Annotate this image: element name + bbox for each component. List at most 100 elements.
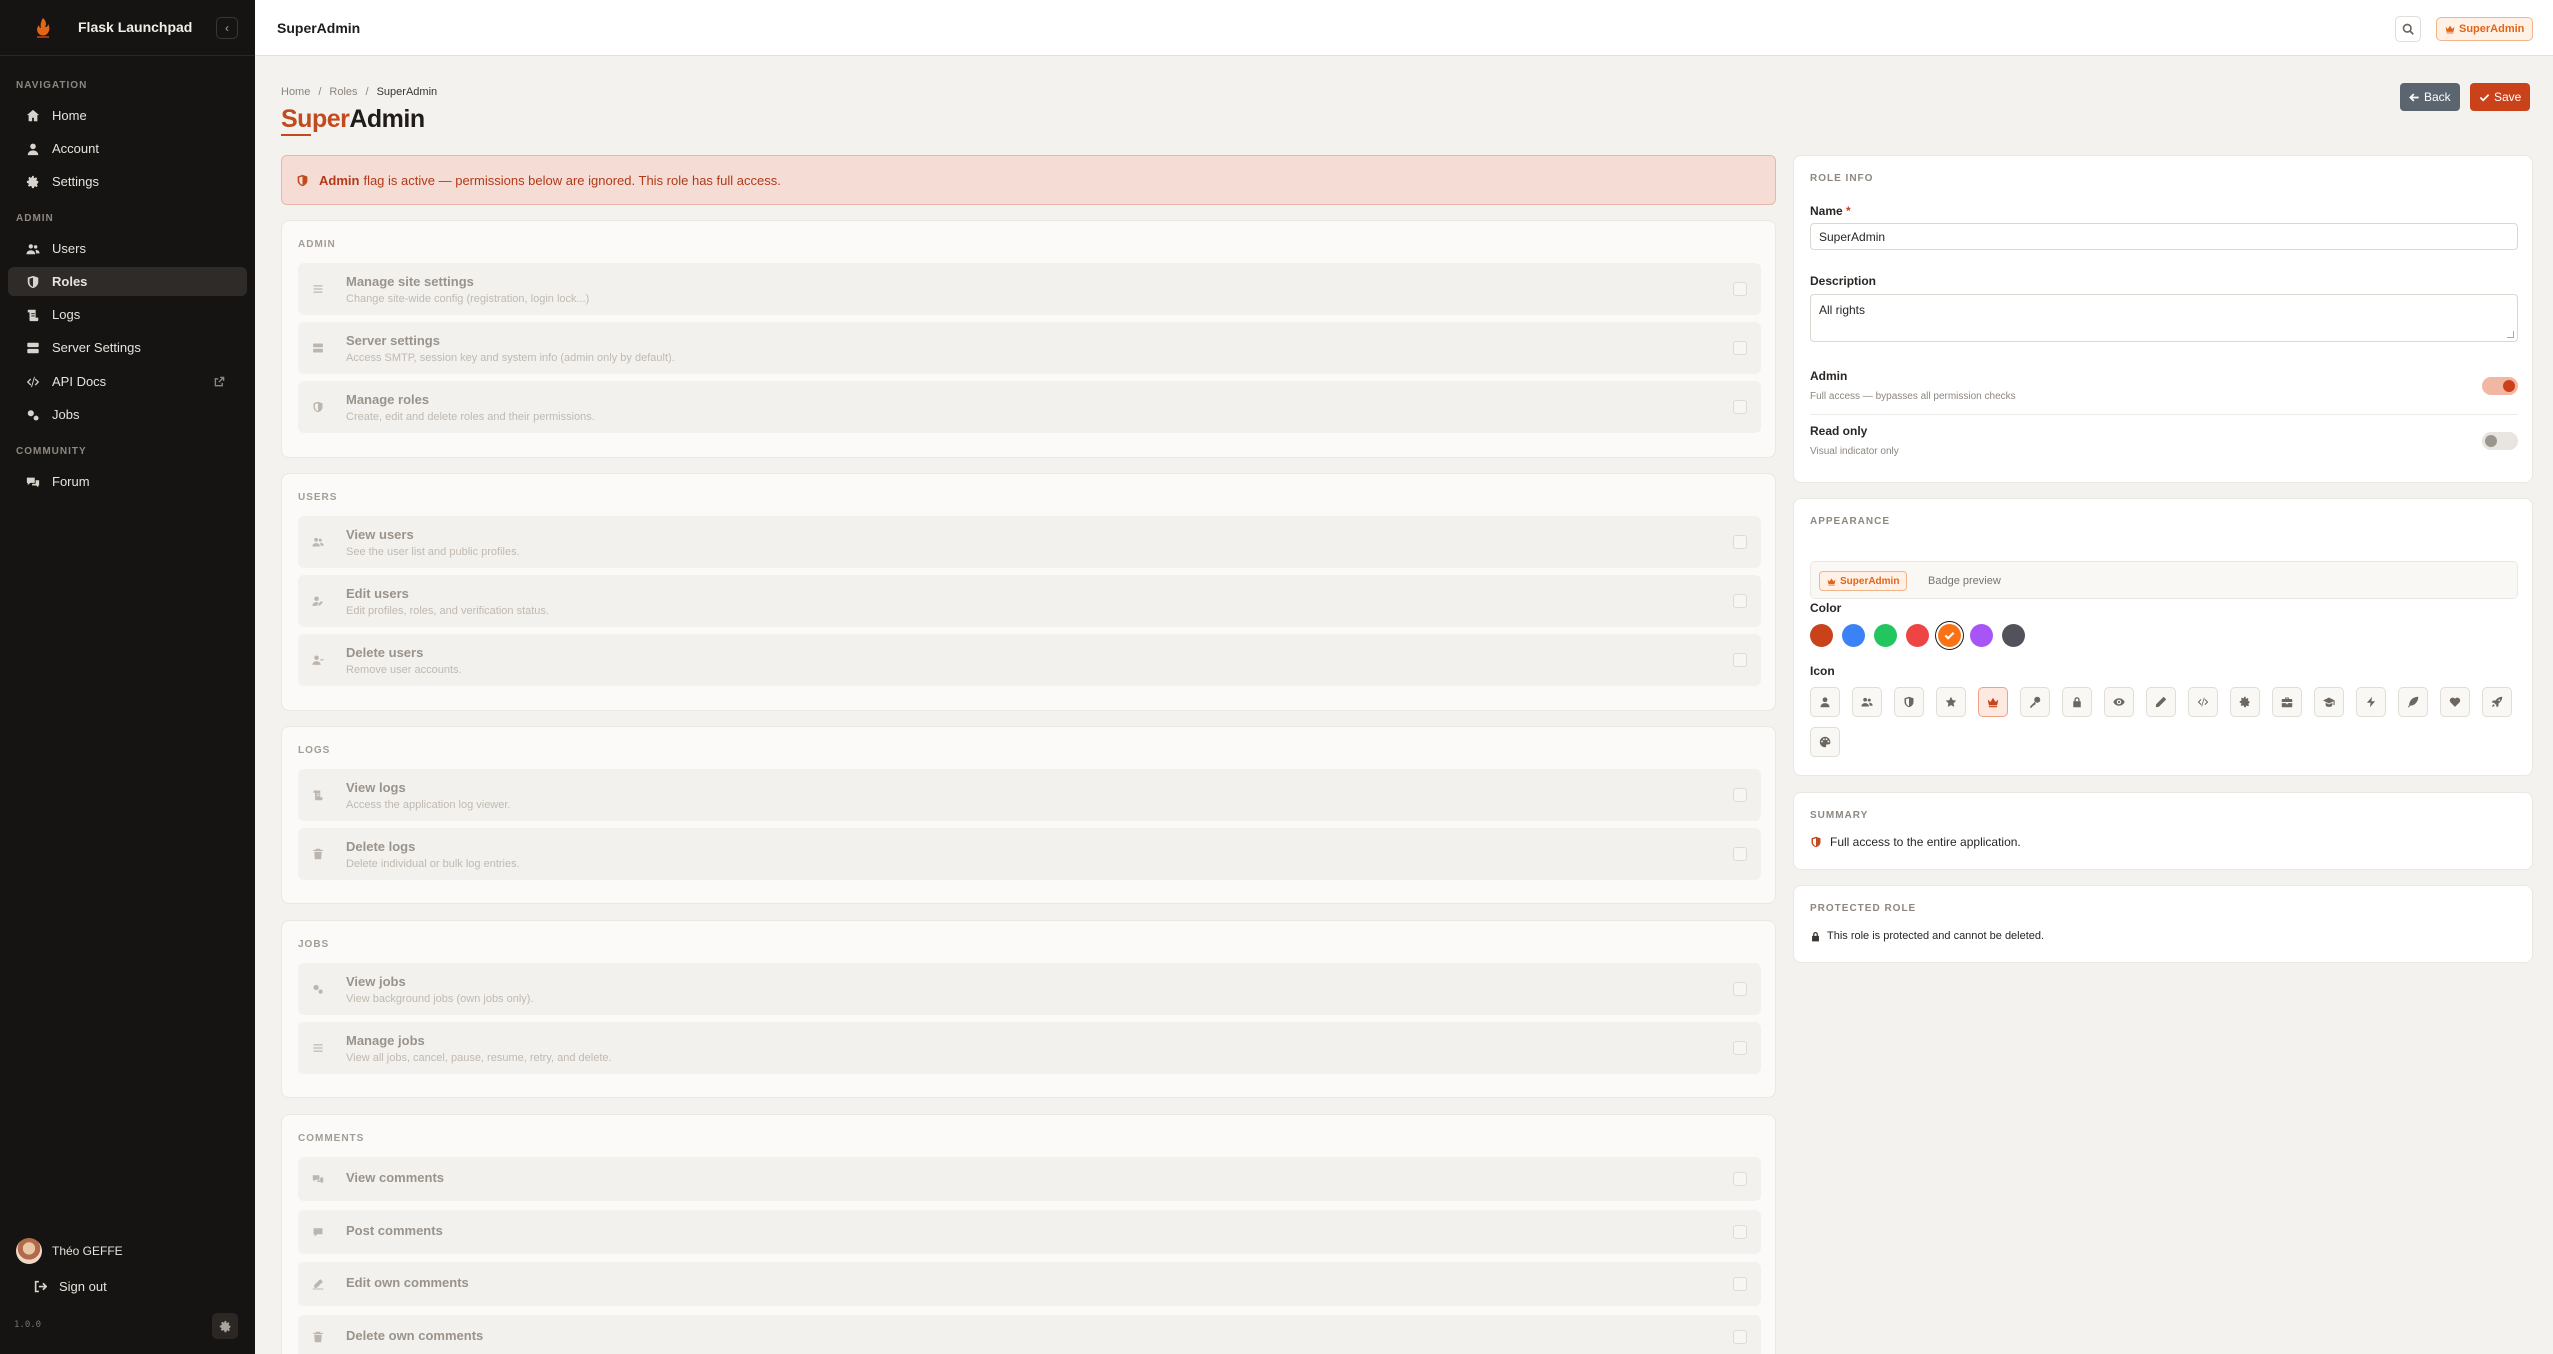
- permission-row[interactable]: Delete logs Delete individual or bulk lo…: [298, 828, 1761, 880]
- permission-checkbox[interactable]: [1733, 1330, 1747, 1344]
- sidebar-item-jobs[interactable]: Jobs: [8, 400, 247, 429]
- sidebar-item-account[interactable]: Account: [8, 134, 247, 163]
- sidebar-item-label: Jobs: [52, 407, 80, 422]
- breadcrumb-roles[interactable]: Roles: [329, 86, 357, 98]
- read-only-toggle[interactable]: [2482, 432, 2518, 450]
- permission-checkbox[interactable]: [1733, 653, 1747, 667]
- icon-option[interactable]: [2146, 687, 2176, 717]
- permission-checkbox[interactable]: [1733, 982, 1747, 996]
- permission-row[interactable]: View comments: [298, 1157, 1761, 1201]
- icon-option[interactable]: [2314, 687, 2344, 717]
- sidebar-item-home[interactable]: Home: [8, 101, 247, 130]
- search-button[interactable]: [2395, 16, 2421, 42]
- icon-option[interactable]: [2188, 687, 2218, 717]
- user-profile[interactable]: Théo GEFFE: [16, 1238, 123, 1264]
- permission-checkbox[interactable]: [1733, 594, 1747, 608]
- icon-option[interactable]: [2272, 687, 2302, 717]
- icon-option[interactable]: [2482, 687, 2512, 717]
- permission-checkbox[interactable]: [1733, 1172, 1747, 1186]
- color-swatch[interactable]: [1810, 624, 1833, 647]
- permission-row[interactable]: Edit own comments: [298, 1262, 1761, 1306]
- permission-group-users: USERS View users See the user list and p…: [281, 473, 1776, 711]
- role-name-input[interactable]: SuperAdmin: [1810, 223, 2518, 250]
- resize-handle-icon[interactable]: [2507, 331, 2514, 338]
- admin-flag-alert: Admin flag is active — permissions below…: [281, 155, 1776, 205]
- color-swatch[interactable]: [2002, 624, 2025, 647]
- sidebar-collapse-button[interactable]: ‹: [216, 17, 238, 39]
- color-swatch[interactable]: [1842, 624, 1865, 647]
- summary-title: SUMMARY: [1810, 810, 1869, 821]
- permission-checkbox[interactable]: [1733, 1225, 1747, 1239]
- permission-group-title: LOGS: [298, 745, 331, 756]
- sidebar-item-logs[interactable]: Logs: [8, 300, 247, 329]
- sidebar-item-server-settings[interactable]: Server Settings: [8, 333, 247, 362]
- sign-out-button[interactable]: Sign out: [34, 1279, 107, 1294]
- permission-name: Manage roles: [346, 392, 430, 407]
- permission-checkbox[interactable]: [1733, 341, 1747, 355]
- sidebar-item-users[interactable]: Users: [8, 234, 247, 263]
- sidebar-settings-button[interactable]: [212, 1313, 238, 1339]
- crown-icon: [2445, 24, 2455, 34]
- heart-icon: [2449, 696, 2461, 708]
- permission-row[interactable]: Manage site settings Change site-wide co…: [298, 263, 1761, 315]
- color-swatch[interactable]: [1970, 624, 1993, 647]
- comments-icon: [26, 475, 40, 489]
- permission-name: View jobs: [346, 974, 406, 989]
- icon-option[interactable]: [2104, 687, 2134, 717]
- permission-checkbox[interactable]: [1733, 847, 1747, 861]
- icon-option[interactable]: [1936, 687, 1966, 717]
- permission-checkbox[interactable]: [1733, 1277, 1747, 1291]
- permission-row[interactable]: Delete users Remove user accounts.: [298, 634, 1761, 686]
- check-icon: [1944, 630, 1955, 641]
- permission-checkbox[interactable]: [1733, 282, 1747, 296]
- icon-option[interactable]: [2440, 687, 2470, 717]
- icon-option[interactable]: [1810, 687, 1840, 717]
- icon-option[interactable]: [1810, 727, 1840, 757]
- permission-checkbox[interactable]: [1733, 535, 1747, 549]
- sidebar-item-forum[interactable]: Forum: [8, 467, 247, 496]
- permission-row[interactable]: View logs Access the application log vie…: [298, 769, 1761, 821]
- color-swatch[interactable]: [1938, 624, 1961, 647]
- permission-checkbox[interactable]: [1733, 1041, 1747, 1055]
- breadcrumb-home[interactable]: Home: [281, 86, 310, 98]
- icon-option[interactable]: [2020, 687, 2050, 717]
- color-swatch[interactable]: [1874, 624, 1897, 647]
- icon-option[interactable]: [2062, 687, 2092, 717]
- permission-row[interactable]: View users See the user list and public …: [298, 516, 1761, 568]
- description-label: Description: [1810, 274, 1877, 288]
- icon-option[interactable]: [2356, 687, 2386, 717]
- icon-option[interactable]: [1978, 687, 2008, 717]
- permission-row[interactable]: Delete own comments: [298, 1315, 1761, 1354]
- permission-row[interactable]: Manage jobs View all jobs, cancel, pause…: [298, 1022, 1761, 1074]
- permission-row[interactable]: Server settings Access SMTP, session key…: [298, 322, 1761, 374]
- users-icon: [1861, 696, 1873, 708]
- sidebar-item-settings[interactable]: Settings: [8, 167, 247, 196]
- color-swatch[interactable]: [1906, 624, 1929, 647]
- admin-toggle[interactable]: [2482, 377, 2518, 395]
- sidebar-item-label: Settings: [52, 174, 99, 189]
- permission-row[interactable]: Edit users Edit profiles, roles, and ver…: [298, 575, 1761, 627]
- topbar-title: SuperAdmin: [277, 20, 361, 36]
- permission-row[interactable]: Manage roles Create, edit and delete rol…: [298, 381, 1761, 433]
- permission-checkbox[interactable]: [1733, 400, 1747, 414]
- role-description-textarea[interactable]: All rights: [1810, 294, 2518, 342]
- description-value: All rights: [1819, 303, 1866, 317]
- icon-option[interactable]: [2230, 687, 2260, 717]
- sidebar-item-roles[interactable]: Roles: [8, 267, 247, 296]
- permission-checkbox[interactable]: [1733, 788, 1747, 802]
- permission-group-comments: COMMENTS View comments Post comments Edi…: [281, 1114, 1776, 1354]
- icon-option[interactable]: [2398, 687, 2428, 717]
- permission-row[interactable]: View jobs View background jobs (own jobs…: [298, 963, 1761, 1015]
- icon-option[interactable]: [1894, 687, 1924, 717]
- user-edit-icon: [312, 594, 326, 608]
- role-badge[interactable]: SuperAdmin: [2436, 17, 2534, 41]
- scroll-icon: [312, 788, 326, 802]
- permission-description: Remove user accounts.: [346, 664, 462, 676]
- icon-option[interactable]: [1852, 687, 1882, 717]
- permission-row[interactable]: Post comments: [298, 1210, 1761, 1254]
- sidebar-item-label: Roles: [52, 274, 88, 289]
- back-button[interactable]: Back: [2400, 83, 2460, 111]
- breadcrumb-separator: /: [318, 86, 322, 98]
- save-button[interactable]: Save: [2470, 83, 2531, 111]
- sidebar-item-api-docs[interactable]: API Docs: [8, 367, 247, 396]
